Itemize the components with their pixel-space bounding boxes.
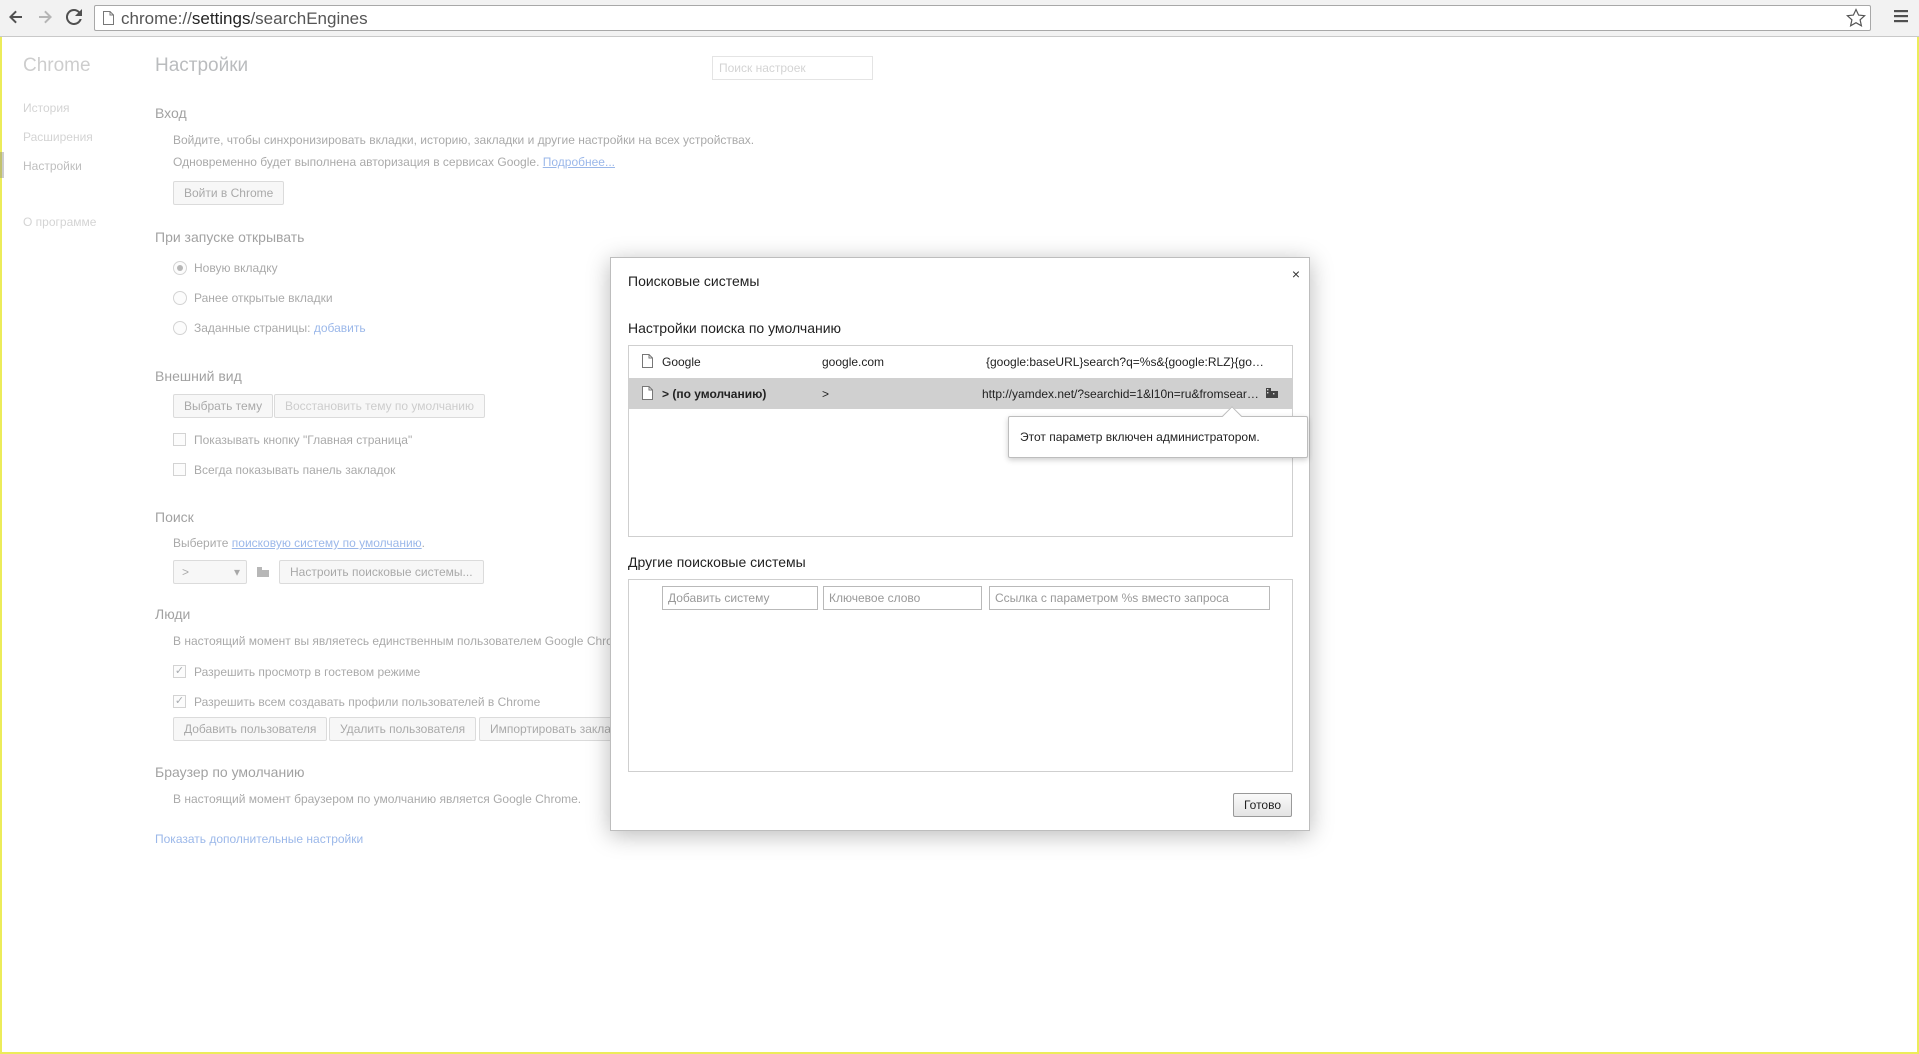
settings-search-input[interactable]: Поиск настроек	[712, 56, 873, 80]
remove-person-button[interactable]: Удалить пользователя	[329, 717, 477, 741]
policy-bubble: Этот параметр включен администратором.	[1008, 406, 1308, 458]
signin-heading: Вход	[155, 105, 187, 121]
learn-more-link[interactable]: Подробнее...	[543, 155, 615, 169]
page-icon	[642, 354, 653, 368]
engine-name: > (по умолчанию)	[662, 387, 767, 401]
startup-radio-pages[interactable]	[173, 321, 187, 335]
reload-button[interactable]	[63, 6, 85, 28]
policy-icon[interactable]	[1265, 387, 1279, 399]
add-person-button[interactable]: Добавить пользователя	[173, 717, 328, 741]
guest-browsing-checkbox[interactable]: ✓	[173, 665, 186, 678]
star-icon[interactable]	[1846, 8, 1866, 28]
appearance-heading: Внешний вид	[155, 368, 242, 384]
default-browser-text: В настоящий момент браузером по умолчани…	[173, 792, 582, 806]
guest-browsing-label: Разрешить просмотр в гостевом режиме	[194, 665, 421, 679]
signin-text: Войдите, чтобы синхронизировать вкладки,…	[173, 133, 755, 147]
engine-row-default[interactable]: > (по умолчанию) > http://yamdex.net/?se…	[629, 378, 1292, 409]
home-button-checkbox[interactable]	[173, 433, 186, 446]
default-search-link[interactable]: поисковую систему по умолчанию	[232, 536, 422, 550]
done-button[interactable]: Готово	[1233, 793, 1292, 817]
default-search-heading: Настройки поиска по умолчанию	[628, 320, 842, 336]
startup-heading: При запуске открывать	[155, 229, 305, 245]
startup-label-continue: Ранее открытые вкладки	[194, 291, 333, 305]
startup-radio-continue[interactable]	[173, 291, 187, 305]
dialog-title: Поисковые системы	[628, 273, 760, 289]
url-text: chrome://settings/searchEngines	[121, 9, 368, 28]
people-text: В настоящий момент вы являетесь единстве…	[173, 634, 633, 648]
reload-icon	[66, 9, 82, 25]
add-engine-url-input[interactable]: Ссылка с параметром %s вместо запроса	[989, 586, 1270, 610]
address-bar[interactable]: chrome://settings/searchEngines	[94, 5, 1871, 31]
back-button[interactable]	[5, 6, 27, 28]
engine-keyword: >	[822, 387, 830, 401]
engine-keyword: google.com	[822, 355, 885, 369]
engine-row-google[interactable]: Google google.com {google:baseURL}search…	[629, 346, 1292, 377]
menu-icon[interactable]	[1893, 8, 1909, 24]
back-icon	[9, 10, 22, 24]
manage-search-engines-button[interactable]: Настроить поисковые системы...	[279, 560, 484, 584]
nav-settings[interactable]: Настройки	[23, 159, 82, 173]
add-pages-link[interactable]: добавить	[314, 321, 366, 335]
page-icon	[642, 386, 653, 400]
signin-button[interactable]: Войти в Chrome	[173, 181, 285, 205]
page-icon	[103, 11, 114, 25]
forward-icon	[39, 10, 52, 24]
engine-url: http://yamdex.net/?searchid=1&l10n=ru&fr…	[982, 387, 1263, 401]
add-engine-keyword-input[interactable]: Ключевое слово	[823, 586, 982, 610]
startup-radio-newtab[interactable]	[173, 261, 187, 275]
add-engine-name-input[interactable]: Добавить систему	[662, 586, 818, 610]
search-text: Выберите поисковую систему по умолчанию.	[173, 536, 426, 550]
bookmarks-bar-checkbox[interactable]	[173, 463, 186, 476]
engine-name: Google	[662, 355, 701, 369]
chrome-brand: Chrome	[23, 55, 91, 76]
nav-extensions[interactable]: Расширения	[23, 130, 93, 144]
startup-label-newtab: Новую вкладку	[194, 261, 278, 275]
bookmarks-bar-label: Всегда показывать панель закладок	[194, 463, 396, 477]
search-engines-dialog: Поисковые системы × Настройки поиска по …	[610, 257, 1310, 831]
chevron-down-icon: ▾	[233, 565, 240, 579]
nav-active-indicator	[0, 152, 4, 178]
choose-theme-button[interactable]: Выбрать тему	[173, 394, 274, 418]
policy-bubble-text: Этот параметр включен администратором.	[1020, 430, 1260, 444]
signin-text-2: Одновременно будет выполнена авторизация…	[173, 155, 615, 169]
home-button-label: Показывать кнопку "Главная страница"	[194, 433, 413, 447]
nav-history[interactable]: История	[23, 101, 70, 115]
people-heading: Люди	[155, 606, 191, 622]
search-engine-select[interactable]: > ▾	[173, 560, 247, 584]
show-advanced-link[interactable]: Показать дополнительные настройки	[155, 832, 363, 846]
forward-button[interactable]	[34, 6, 56, 28]
policy-icon	[257, 567, 269, 577]
close-icon[interactable]: ×	[1292, 266, 1300, 282]
default-browser-heading: Браузер по умолчанию	[155, 764, 305, 780]
other-search-heading: Другие поисковые системы	[628, 554, 806, 570]
engine-url: {google:baseURL}search?q=%s&{google:RLZ}…	[986, 355, 1267, 369]
nav-about[interactable]: О программе	[23, 215, 96, 229]
search-heading: Поиск	[155, 509, 194, 525]
add-profiles-checkbox[interactable]: ✓	[173, 695, 186, 708]
other-engines-list: Добавить систему Ключевое слово Ссылка с…	[628, 579, 1293, 772]
browser-toolbar: chrome://settings/searchEngines	[0, 0, 1919, 37]
page-title: Настройки	[155, 55, 249, 76]
startup-label-pages: Заданные страницы: добавить	[194, 321, 366, 335]
reset-theme-button[interactable]: Восстановить тему по умолчанию	[274, 394, 485, 418]
add-profiles-label: Разрешить всем создавать профили пользов…	[194, 695, 541, 709]
